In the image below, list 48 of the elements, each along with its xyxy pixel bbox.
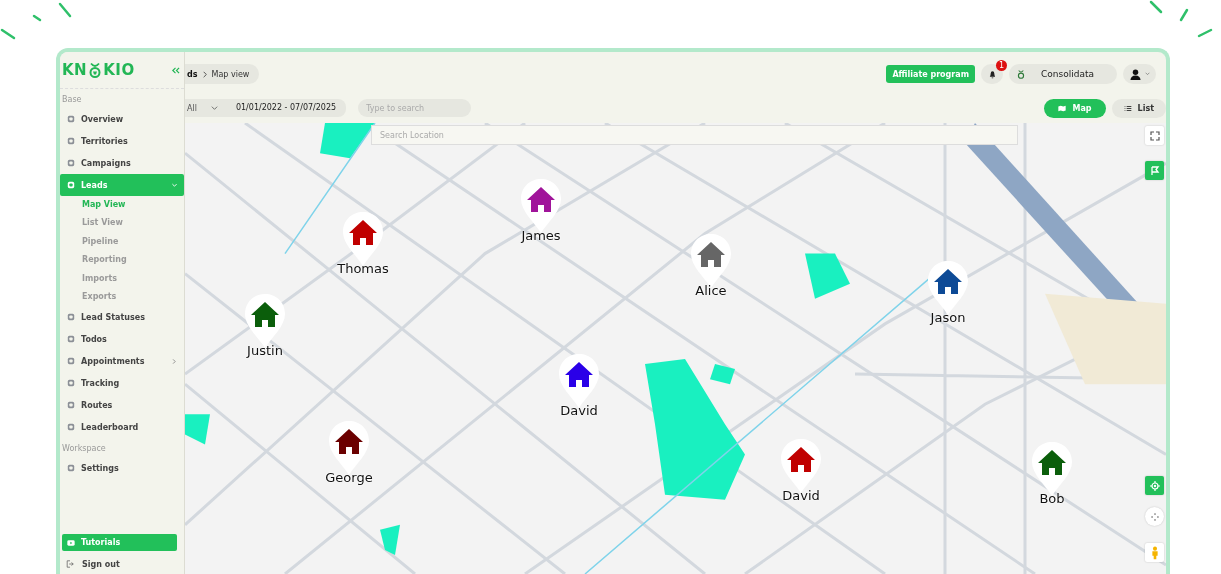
logout-icon [66,560,74,568]
sidebar-item[interactable]: Leaderboard [60,416,184,439]
park-area [380,524,400,555]
fullscreen-icon [1149,130,1160,141]
caret-down-icon [1145,72,1150,76]
sign-out-link[interactable]: Sign out [60,554,184,574]
pin-label: Alice [695,283,727,298]
sidebar-item[interactable]: Territories [60,130,184,152]
pin-label: Justin [247,343,283,358]
pin-label: David [560,403,598,418]
user-menu[interactable] [1123,64,1156,84]
park-area [805,253,850,299]
fullscreen-button[interactable] [1145,126,1164,145]
crosshair-icon [1149,480,1160,491]
sidebar-item[interactable]: Todos [60,328,184,351]
sidebar-item[interactable]: Lead Statuses [60,306,184,329]
park-area [320,123,375,159]
pin-label: George [325,470,373,485]
location-search-field[interactable]: Search Location [371,125,1018,145]
status-dropdown[interactable]: All [185,99,226,117]
pin-label: Thomas [337,261,389,276]
sidebar-item[interactable]: Campaigns [60,152,184,174]
pin-label: Bob [1039,491,1065,506]
pin-label: Jason [930,310,966,325]
flag-icon [1149,165,1160,176]
breadcrumb-current: Map view [211,69,250,79]
notification-badge: 1 [996,60,1007,71]
logo: KN KIO [62,61,135,79]
section-label: Workspace [61,443,107,456]
chevron-right-icon [202,70,207,78]
pin-label: David [782,488,820,503]
sidebar-item[interactable]: Overview [60,108,184,130]
video-icon [67,538,75,547]
sidebar-item[interactable]: Tracking [60,372,184,395]
sidebar-item[interactable]: Appointments [60,350,184,373]
sidebar-item[interactable]: Settings [60,457,184,480]
breadcrumb-link[interactable]: ds [187,69,198,79]
person-icon [1149,545,1160,560]
date-range-field[interactable]: 01/01/2022 - 07/07/2025 [225,99,347,117]
caret-down-icon [210,106,218,110]
user-icon [1130,68,1141,80]
logo-icon [1017,68,1025,80]
pin-label: James [521,228,561,243]
bell-icon [987,69,997,79]
section-label: Base [61,94,83,106]
organization-selector[interactable]: Consolidata [1009,64,1117,84]
list-view-button[interactable]: List [1111,98,1166,118]
sidebar-item[interactable]: Routes [60,394,184,417]
